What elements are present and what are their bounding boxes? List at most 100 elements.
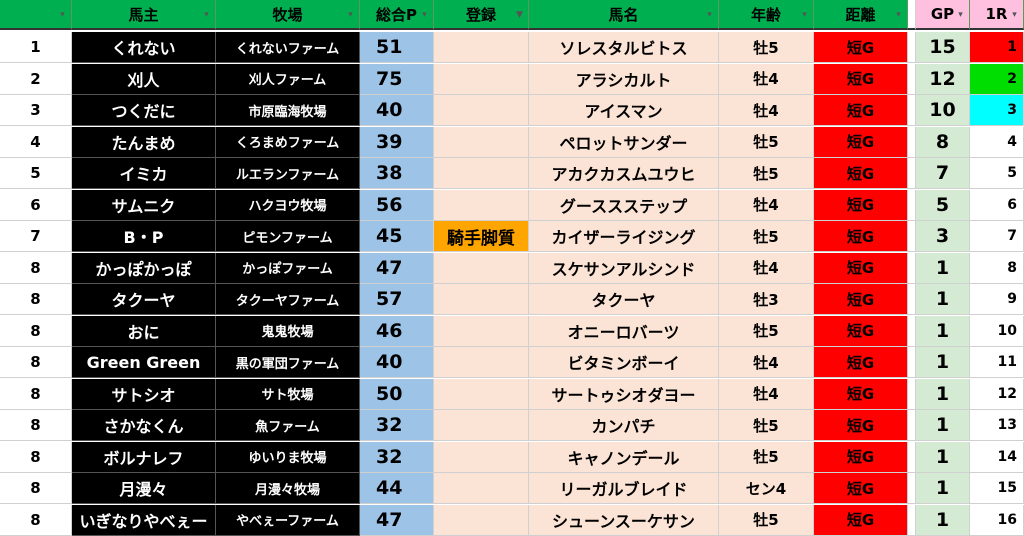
- total-points-cell[interactable]: 47: [360, 504, 434, 536]
- owner-cell[interactable]: ボルナレフ: [72, 441, 216, 473]
- horse-name-cell[interactable]: カンパチ: [529, 410, 719, 441]
- gap-cell[interactable]: [908, 63, 916, 95]
- rank-cell[interactable]: 8: [0, 252, 72, 284]
- register-cell[interactable]: 騎手脚質: [434, 221, 529, 252]
- distance-cell[interactable]: 短G: [814, 504, 908, 536]
- rank-cell[interactable]: 7: [0, 221, 72, 252]
- gap-cell[interactable]: [908, 189, 916, 221]
- distance-cell[interactable]: 短G: [814, 473, 908, 504]
- total-points-cell[interactable]: 57: [360, 284, 434, 315]
- age-cell[interactable]: 牡3: [719, 284, 814, 315]
- owner-cell[interactable]: たんまめ: [72, 126, 216, 158]
- filter-dropdown-icon[interactable]: ▾: [893, 9, 904, 21]
- round1-cell[interactable]: 7: [970, 221, 1024, 252]
- horse-name-cell[interactable]: サートゥシオダヨー: [529, 378, 719, 410]
- owner-cell[interactable]: イミカ: [72, 158, 216, 189]
- round1-cell[interactable]: 11: [970, 347, 1024, 378]
- distance-cell[interactable]: 短G: [814, 95, 908, 126]
- age-cell[interactable]: セン4: [719, 473, 814, 504]
- total-points-cell[interactable]: 47: [360, 252, 434, 284]
- total-points-cell[interactable]: 32: [360, 410, 434, 441]
- round1-cell[interactable]: 2: [970, 63, 1024, 95]
- owner-cell[interactable]: Green Green: [72, 347, 216, 378]
- horse-name-cell[interactable]: アカクカスムユウヒ: [529, 158, 719, 189]
- rank-cell[interactable]: 8: [0, 410, 72, 441]
- farm-cell[interactable]: ゆいりま牧場: [216, 441, 360, 473]
- age-cell[interactable]: 牡4: [719, 95, 814, 126]
- gp-cell[interactable]: 3: [916, 221, 970, 252]
- horse-name-cell[interactable]: ペロットサンダー: [529, 126, 719, 158]
- gap-cell[interactable]: [908, 441, 916, 473]
- farm-cell[interactable]: 刈人ファーム: [216, 63, 360, 95]
- gap-cell[interactable]: [908, 410, 916, 441]
- total-points-cell[interactable]: 39: [360, 126, 434, 158]
- filter-dropdown-icon[interactable]: ▾: [57, 9, 68, 21]
- distance-cell[interactable]: 短G: [814, 378, 908, 410]
- farm-cell[interactable]: 鬼鬼牧場: [216, 315, 360, 347]
- rank-cell[interactable]: 8: [0, 473, 72, 504]
- age-cell[interactable]: 牡5: [719, 504, 814, 536]
- header-total[interactable]: 総合P ▾: [360, 0, 434, 30]
- distance-cell[interactable]: 短G: [814, 252, 908, 284]
- register-cell[interactable]: [434, 410, 529, 441]
- round1-cell[interactable]: 4: [970, 126, 1024, 158]
- gap-cell[interactable]: [908, 347, 916, 378]
- farm-cell[interactable]: 魚ファーム: [216, 410, 360, 441]
- age-cell[interactable]: 牡5: [719, 315, 814, 347]
- gp-cell[interactable]: 1: [916, 284, 970, 315]
- horse-name-cell[interactable]: シューンスーケサン: [529, 504, 719, 536]
- total-points-cell[interactable]: 44: [360, 473, 434, 504]
- filter-dropdown-icon[interactable]: ▾: [704, 9, 715, 21]
- owner-cell[interactable]: 月漫々: [72, 473, 216, 504]
- gap-cell[interactable]: [908, 126, 916, 158]
- register-cell[interactable]: [434, 95, 529, 126]
- horse-name-cell[interactable]: ソレスタルビトス: [529, 32, 719, 63]
- gp-cell[interactable]: 7: [916, 158, 970, 189]
- farm-cell[interactable]: 黒の軍団ファーム: [216, 347, 360, 378]
- distance-cell[interactable]: 短G: [814, 315, 908, 347]
- age-cell[interactable]: 牡5: [719, 410, 814, 441]
- header-horse[interactable]: 馬名 ▾: [529, 0, 719, 30]
- round1-cell[interactable]: 16: [970, 504, 1024, 536]
- round1-cell[interactable]: 9: [970, 284, 1024, 315]
- gp-cell[interactable]: 1: [916, 252, 970, 284]
- horse-name-cell[interactable]: アラシカルト: [529, 63, 719, 95]
- age-cell[interactable]: 牡4: [719, 252, 814, 284]
- owner-cell[interactable]: おに: [72, 315, 216, 347]
- total-points-cell[interactable]: 51: [360, 32, 434, 63]
- round1-cell[interactable]: 14: [970, 441, 1024, 473]
- header-rank[interactable]: ▾: [0, 0, 72, 30]
- total-points-cell[interactable]: 75: [360, 63, 434, 95]
- distance-cell[interactable]: 短G: [814, 32, 908, 63]
- rank-cell[interactable]: 4: [0, 126, 72, 158]
- farm-cell[interactable]: 月漫々牧場: [216, 473, 360, 504]
- gap-cell[interactable]: [908, 378, 916, 410]
- rank-cell[interactable]: 8: [0, 284, 72, 315]
- filter-dropdown-icon[interactable]: ▾: [201, 9, 212, 21]
- round1-cell[interactable]: 15: [970, 473, 1024, 504]
- gp-cell[interactable]: 1: [916, 347, 970, 378]
- gap-cell[interactable]: [908, 504, 916, 536]
- age-cell[interactable]: 牡4: [719, 378, 814, 410]
- round1-cell[interactable]: 3: [970, 95, 1024, 126]
- rank-cell[interactable]: 3: [0, 95, 72, 126]
- gap-cell[interactable]: [908, 315, 916, 347]
- gp-cell[interactable]: 1: [916, 473, 970, 504]
- owner-cell[interactable]: くれない: [72, 32, 216, 63]
- rank-cell[interactable]: 8: [0, 504, 72, 536]
- register-cell[interactable]: [434, 32, 529, 63]
- farm-cell[interactable]: タクーヤファーム: [216, 284, 360, 315]
- farm-cell[interactable]: 市原臨海牧場: [216, 95, 360, 126]
- gp-cell[interactable]: 1: [916, 410, 970, 441]
- filter-dropdown-icon[interactable]: ▾: [955, 9, 966, 21]
- age-cell[interactable]: 牡5: [719, 221, 814, 252]
- register-cell[interactable]: [434, 158, 529, 189]
- gp-cell[interactable]: 5: [916, 189, 970, 221]
- owner-cell[interactable]: いぎなりやべぇー: [72, 504, 216, 536]
- gp-cell[interactable]: 1: [916, 504, 970, 536]
- horse-name-cell[interactable]: グーススステップ: [529, 189, 719, 221]
- owner-cell[interactable]: さかなくん: [72, 410, 216, 441]
- header-age[interactable]: 年齢 ▾: [719, 0, 814, 30]
- age-cell[interactable]: 牡5: [719, 126, 814, 158]
- round1-cell[interactable]: 1: [970, 32, 1024, 63]
